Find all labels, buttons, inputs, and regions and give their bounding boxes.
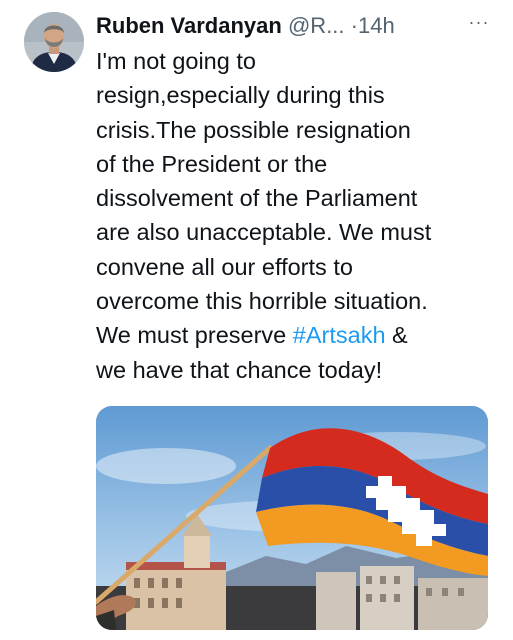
tweet-text-line: crisis.The possible resignation (96, 116, 411, 143)
avatar[interactable] (24, 12, 84, 72)
tweet-text-line: convene all our efforts to (96, 253, 353, 280)
text-fragment: & (385, 322, 408, 349)
flag-photo-illustration (96, 406, 488, 630)
tweet-text: I'm not going to resign,especially durin… (96, 44, 496, 387)
text-fragment: We must preserve (96, 322, 293, 349)
tweet-text-line: I'm not going to (96, 48, 256, 74)
hashtag-link[interactable]: #Artsakh (293, 322, 386, 348)
building (418, 578, 488, 630)
author-name[interactable]: Ruben Vardanyan (96, 13, 282, 38)
tweet-text-line: overcome this horrible situation. (96, 288, 428, 315)
tweet-text-line: resign,especially during this (96, 82, 385, 109)
tweet-text-line: we have that chance today! (96, 356, 383, 383)
avatar-image (24, 12, 84, 72)
author-handle[interactable]: @R... (288, 13, 345, 38)
separator-dot: · (350, 13, 358, 38)
tweet[interactable]: Ruben Vardanyan @R... ·14h ··· I'm not g… (0, 0, 513, 640)
tweet-text-line: dissolvement of the Parliament (96, 185, 418, 212)
tweet-text-line: We must preserve #Artsakh & (96, 318, 496, 352)
more-options-icon[interactable]: ··· (464, 12, 494, 36)
tweet-photo[interactable] (96, 406, 488, 630)
tweet-time[interactable]: 14h (358, 13, 395, 38)
building (316, 572, 356, 630)
tweet-text-line: of the President or the (96, 150, 328, 177)
tweet-text-line: are also unacceptable. We must (96, 219, 432, 246)
tweet-header: Ruben Vardanyan @R... ·14h (96, 10, 496, 44)
